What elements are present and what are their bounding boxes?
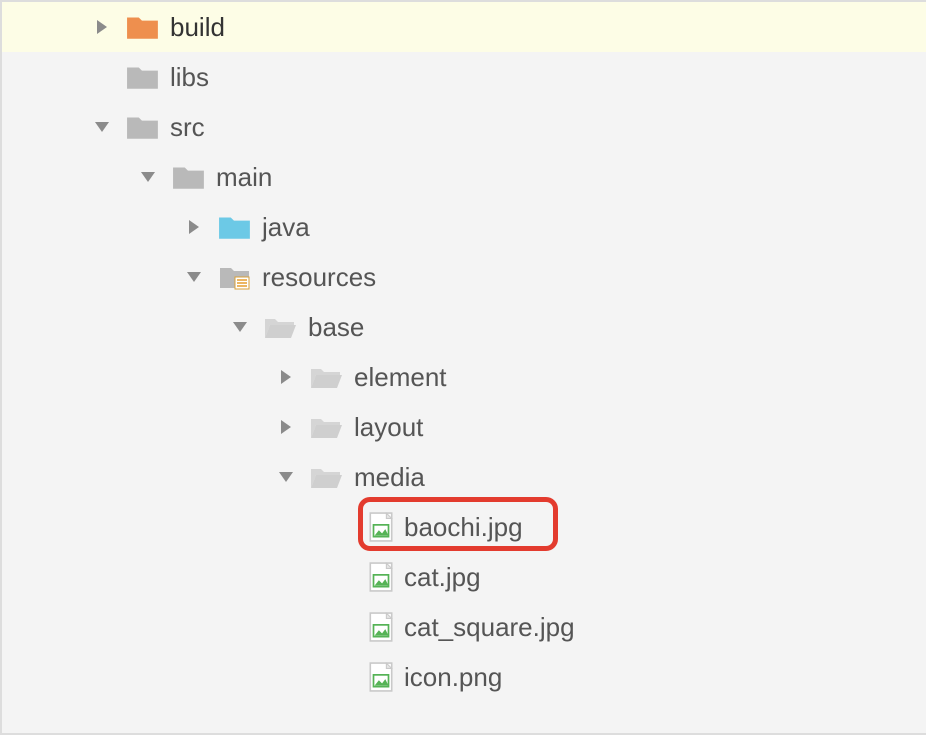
image-file-icon	[368, 512, 394, 542]
folder-open-icon	[310, 413, 344, 441]
tree-item-resources[interactable]: resources	[2, 252, 926, 302]
disclosure-none	[92, 67, 112, 87]
tree-item-label: element	[354, 362, 447, 393]
image-file-icon	[368, 562, 394, 592]
tree-item-label: src	[170, 112, 205, 143]
resources-folder-icon	[218, 263, 252, 291]
tree-item-icon-png[interactable]: icon.png	[2, 652, 926, 702]
image-file-icon	[368, 662, 394, 692]
chevron-down-icon[interactable]	[230, 317, 250, 337]
chevron-right-icon[interactable]	[92, 17, 112, 37]
tree-item-label: main	[216, 162, 272, 193]
chevron-down-icon[interactable]	[184, 267, 204, 287]
tree-item-libs[interactable]: libs	[2, 52, 926, 102]
tree-item-label: java	[262, 212, 310, 243]
tree-item-base[interactable]: base	[2, 302, 926, 352]
chevron-down-icon[interactable]	[276, 467, 296, 487]
folder-open-icon	[310, 363, 344, 391]
chevron-right-icon[interactable]	[276, 417, 296, 437]
folder-open-icon	[310, 463, 344, 491]
folder-icon	[172, 163, 206, 191]
tree-item-label: resources	[262, 262, 376, 293]
tree-item-layout[interactable]: layout	[2, 402, 926, 452]
tree-item-build[interactable]: build	[2, 2, 926, 52]
chevron-right-icon[interactable]	[184, 217, 204, 237]
tree-item-main[interactable]: main	[2, 152, 926, 202]
folder-icon	[126, 13, 160, 41]
tree-item-cat-square[interactable]: cat_square.jpg	[2, 602, 926, 652]
tree-item-label: libs	[170, 62, 209, 93]
tree-item-java[interactable]: java	[2, 202, 926, 252]
project-tree[interactable]: build libs src main	[0, 0, 926, 735]
folder-open-icon	[264, 313, 298, 341]
image-file-icon	[368, 612, 394, 642]
folder-icon	[126, 63, 160, 91]
tree-item-label: icon.png	[404, 662, 502, 693]
tree-item-cat[interactable]: cat.jpg	[2, 552, 926, 602]
folder-icon	[218, 213, 252, 241]
chevron-down-icon[interactable]	[138, 167, 158, 187]
tree-item-element[interactable]: element	[2, 352, 926, 402]
tree-item-label: cat.jpg	[404, 562, 481, 593]
tree-item-label: cat_square.jpg	[404, 612, 575, 643]
chevron-right-icon[interactable]	[276, 367, 296, 387]
tree-item-media[interactable]: media	[2, 452, 926, 502]
tree-item-baochi[interactable]: baochi.jpg	[2, 502, 926, 552]
tree-item-src[interactable]: src	[2, 102, 926, 152]
tree-item-label: base	[308, 312, 364, 343]
chevron-down-icon[interactable]	[92, 117, 112, 137]
folder-icon	[126, 113, 160, 141]
tree-item-label: media	[354, 462, 425, 493]
tree-item-label: baochi.jpg	[404, 512, 523, 543]
tree-item-label: layout	[354, 412, 423, 443]
tree-item-label: build	[170, 12, 225, 43]
